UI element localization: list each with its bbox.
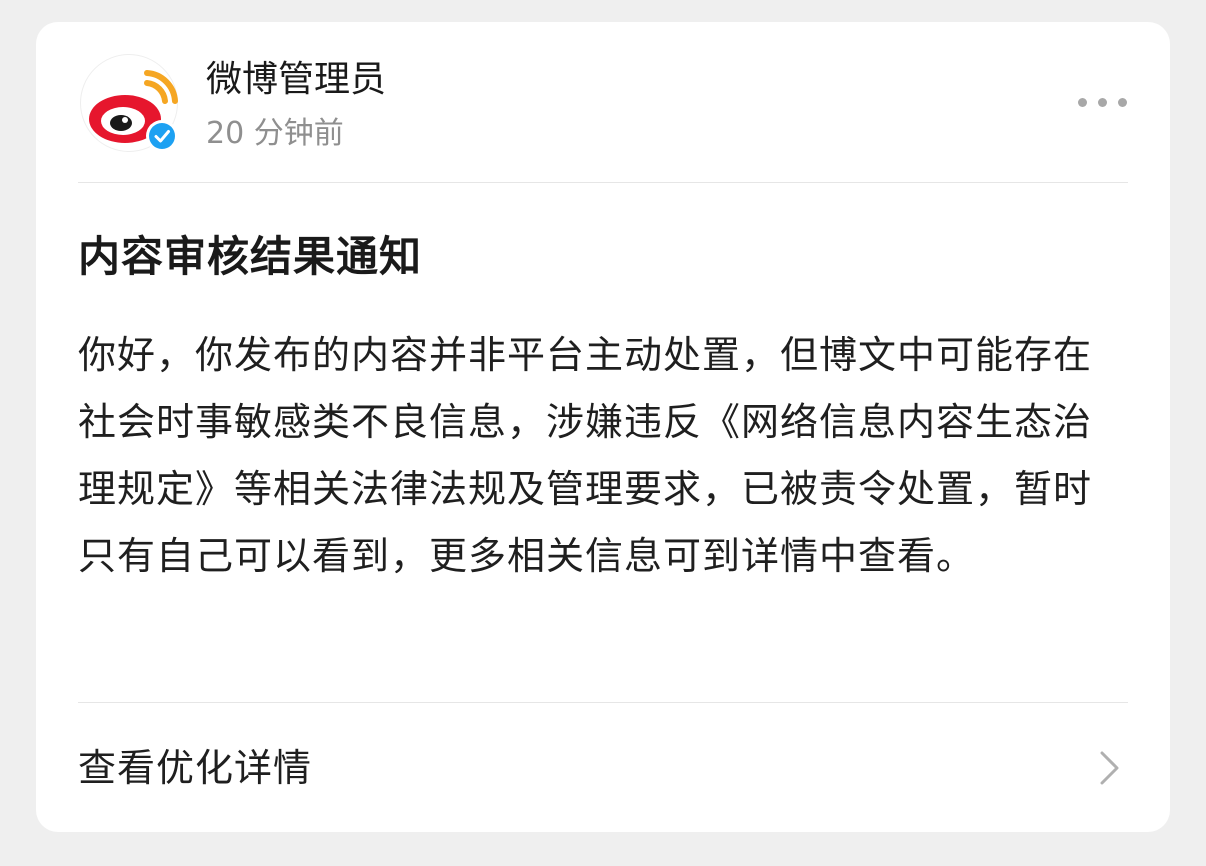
view-details-label: 查看优化详情 (78, 746, 313, 790)
view-details-row[interactable]: 查看优化详情 (36, 704, 1170, 832)
header-divider (78, 182, 1128, 183)
post-header: 微博管理员 20 分钟前 (36, 22, 1170, 182)
notice-body: 你好，你发布的内容并非平台主动处置，但博文中可能存在社会时事敏感类不良信息，涉嫌… (78, 333, 1093, 578)
footer-divider (78, 702, 1128, 703)
verified-badge (146, 120, 178, 152)
notice-title: 内容审核结果通知 (78, 232, 423, 281)
more-dot (1118, 98, 1127, 107)
more-dots-icon[interactable] (1070, 86, 1134, 118)
more-dot (1078, 98, 1087, 107)
post-time: 20 分钟前 (206, 116, 344, 151)
verified-check-icon (149, 123, 175, 149)
chevron-right-icon (1100, 751, 1119, 785)
more-dot (1098, 98, 1107, 107)
user-name[interactable]: 微博管理员 (206, 56, 386, 104)
notification-card: 微博管理员 20 分钟前 内容审核结果通知 你好，你发布的内容并非平台主动处置，… (36, 22, 1170, 832)
